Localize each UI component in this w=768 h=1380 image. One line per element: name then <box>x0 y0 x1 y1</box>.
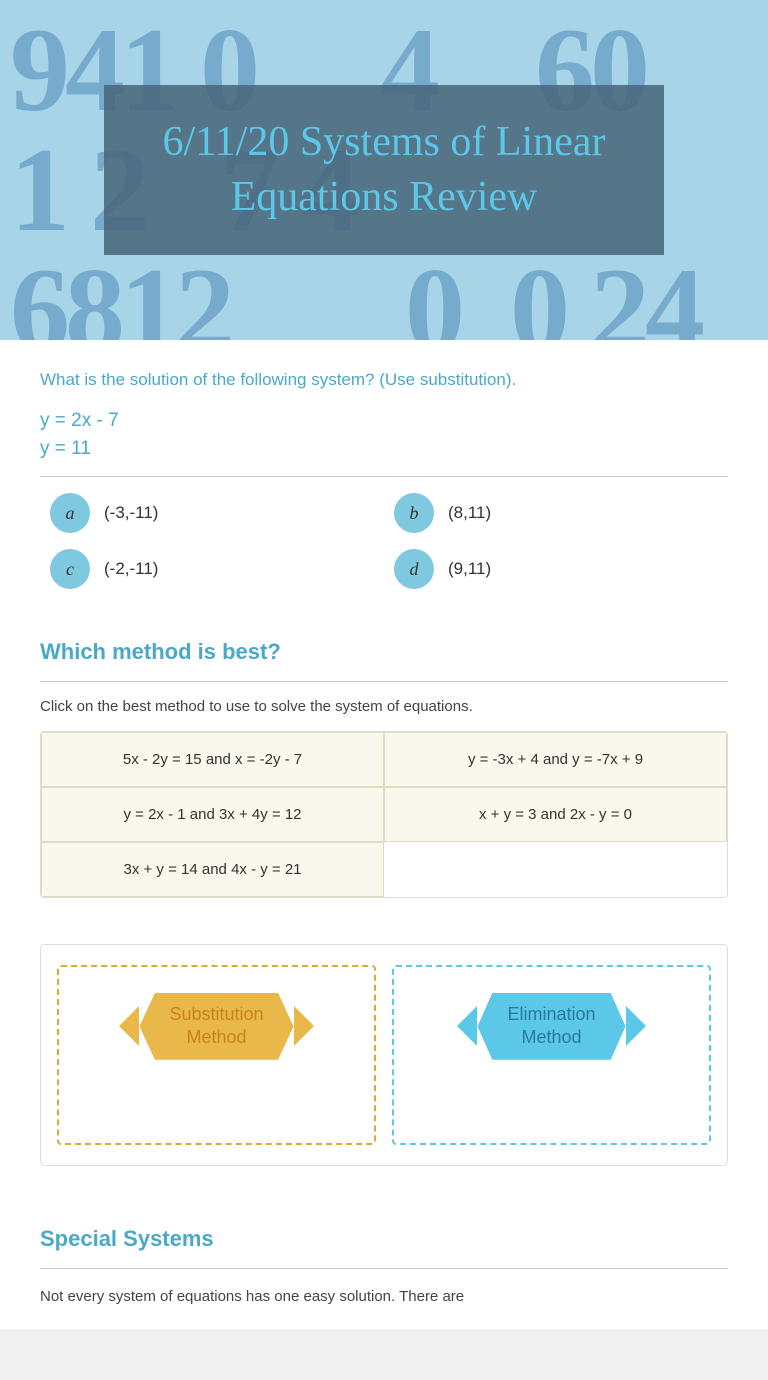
option-c-letter: c <box>66 559 74 580</box>
which-method-divider <box>40 681 728 682</box>
method-grid-container: 5x - 2y = 15 and x = -2y - 7 y = -3x + 4… <box>40 731 728 898</box>
option-c[interactable]: c (-2,-11) <box>50 549 374 589</box>
substitution-arrow-right <box>294 1006 314 1046</box>
option-d[interactable]: d (9,11) <box>394 549 718 589</box>
special-systems-heading: Special Systems <box>40 1226 728 1252</box>
option-c-circle: c <box>50 549 90 589</box>
question1-section: What is the solution of the following sy… <box>0 340 768 619</box>
substitution-drop-zone[interactable]: SubstitutionMethod <box>57 965 376 1145</box>
question1-divider <box>40 476 728 477</box>
option-d-letter: d <box>410 559 419 580</box>
substitution-banner-wrapper: SubstitutionMethod <box>119 993 313 1060</box>
method-cell-0[interactable]: 5x - 2y = 15 and x = -2y - 7 <box>41 732 384 787</box>
option-b-value: (8,11) <box>448 503 491 523</box>
drop-zones-container: SubstitutionMethod EliminationMethod <box>40 944 728 1166</box>
equation2: y = 11 <box>40 438 728 460</box>
equation1: y = 2x - 7 <box>40 410 728 432</box>
special-systems-section: Special Systems Not every system of equa… <box>0 1196 768 1329</box>
method-cell-4[interactable]: 3x + y = 14 and 4x - y = 21 <box>41 842 384 897</box>
which-method-heading: Which method is best? <box>40 639 728 665</box>
page-title: 6/11/20 Systems of Linear Equations Revi… <box>154 115 614 224</box>
option-b-letter: b <box>410 503 419 524</box>
substitution-label: SubstitutionMethod <box>139 993 293 1060</box>
special-systems-text: Not every system of equations has one ea… <box>40 1285 728 1309</box>
option-b-circle: b <box>394 493 434 533</box>
which-method-section: Which method is best? Click on the best … <box>0 619 768 928</box>
header-title-box: 6/11/20 Systems of Linear Equations Revi… <box>104 85 664 254</box>
elimination-label: EliminationMethod <box>477 993 625 1060</box>
method-cell-2[interactable]: y = 2x - 1 and 3x + 4y = 12 <box>41 787 384 842</box>
header: 941 0 4 60 1 2 7 4 6812 0 0 24 112458 11… <box>0 0 768 340</box>
option-a[interactable]: a (-3,-11) <box>50 493 374 533</box>
elimination-arrow-right <box>626 1006 646 1046</box>
elimination-arrow-left <box>457 1006 477 1046</box>
elimination-drop-zone[interactable]: EliminationMethod <box>392 965 711 1145</box>
special-systems-divider <box>40 1268 728 1269</box>
method-grid: 5x - 2y = 15 and x = -2y - 7 y = -3x + 4… <box>41 732 727 897</box>
question1-text: What is the solution of the following sy… <box>40 370 728 390</box>
main-content: What is the solution of the following sy… <box>0 340 768 1329</box>
drop-zone-section: SubstitutionMethod EliminationMethod <box>0 928 768 1196</box>
option-d-circle: d <box>394 549 434 589</box>
method-cell-3[interactable]: x + y = 3 and 2x - y = 0 <box>384 787 727 842</box>
substitution-arrow-left <box>119 1006 139 1046</box>
option-a-value: (-3,-11) <box>104 503 158 523</box>
option-a-letter: a <box>66 503 75 524</box>
instruction-text: Click on the best method to use to solve… <box>40 698 728 715</box>
option-c-value: (-2,-11) <box>104 559 158 579</box>
elimination-banner-wrapper: EliminationMethod <box>457 993 645 1060</box>
option-d-value: (9,11) <box>448 559 491 579</box>
method-cell-1[interactable]: y = -3x + 4 and y = -7x + 9 <box>384 732 727 787</box>
options-grid: a (-3,-11) b (8,11) c (-2,-11) d (9,11) <box>40 493 728 589</box>
option-b[interactable]: b (8,11) <box>394 493 718 533</box>
option-a-circle: a <box>50 493 90 533</box>
